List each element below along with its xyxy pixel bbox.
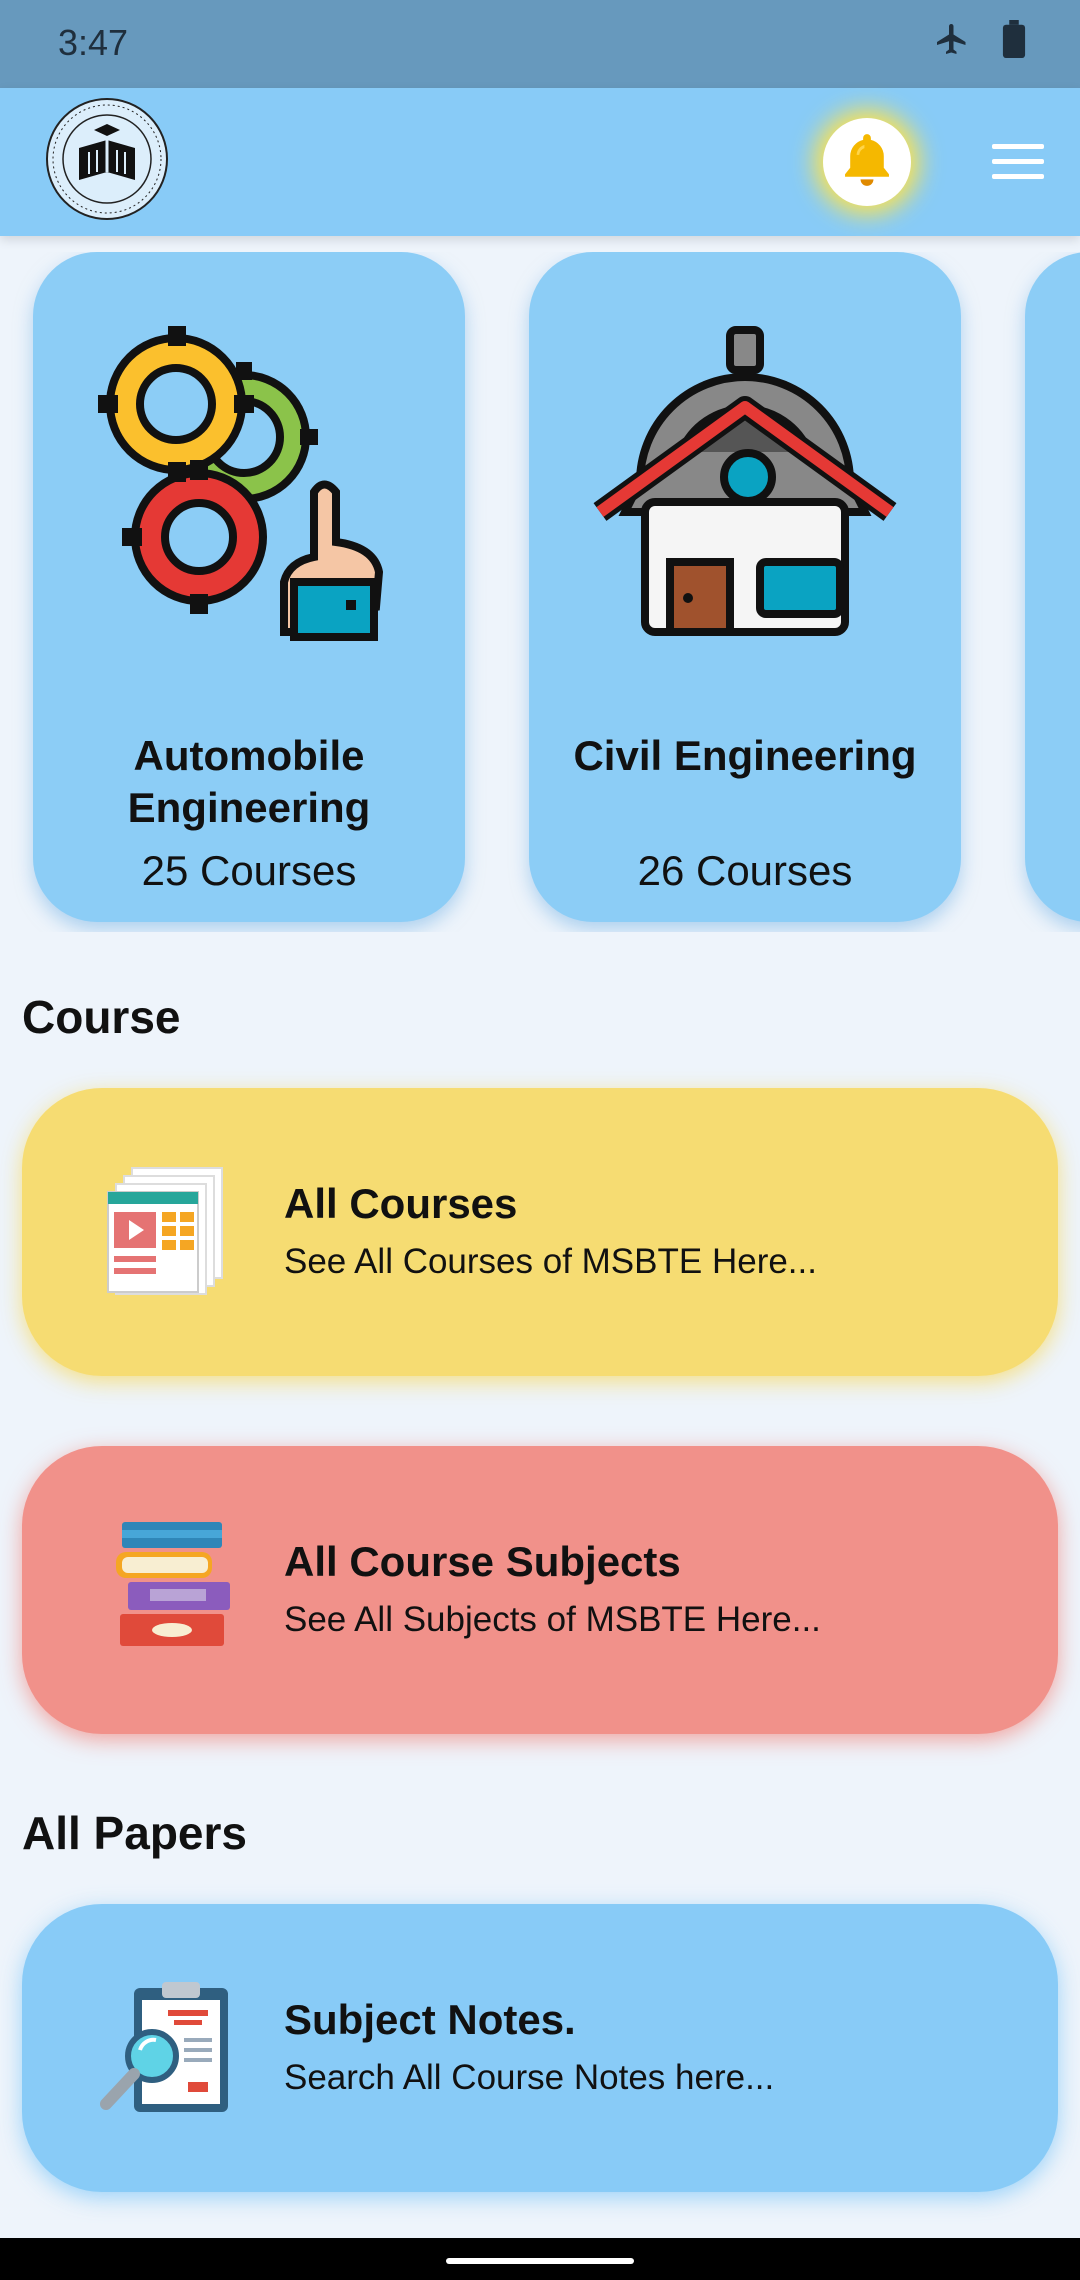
category-title: Automobile Engineering bbox=[127, 732, 371, 831]
house-gear-icon bbox=[580, 312, 910, 642]
notification-button[interactable] bbox=[823, 118, 911, 206]
card-title: Subject Notes. bbox=[284, 1996, 576, 2043]
system-nav-bar bbox=[0, 2238, 1080, 2280]
app-bar bbox=[0, 88, 1080, 236]
menu-line bbox=[992, 144, 1044, 149]
all-courses-card[interactable]: All Courses See All Courses of MSBTE Her… bbox=[22, 1088, 1058, 1376]
gears-icon bbox=[84, 312, 414, 642]
category-card-civil[interactable]: Civil Engineering 26 Courses bbox=[529, 252, 961, 922]
msbte-logo[interactable] bbox=[44, 96, 170, 222]
hamburger-menu-icon[interactable] bbox=[992, 144, 1044, 180]
all-course-subjects-card[interactable]: All Course Subjects See All Subjects of … bbox=[22, 1446, 1058, 1734]
card-title: All Course Subjects bbox=[284, 1538, 681, 1585]
category-card-automobile[interactable]: Automobile Engineering 25 Courses bbox=[33, 252, 465, 922]
status-time: 3:47 bbox=[58, 22, 129, 63]
category-count: 26 Courses bbox=[637, 847, 853, 894]
menu-line bbox=[992, 174, 1044, 179]
clipboard-search-icon bbox=[98, 1978, 238, 2118]
card-title: All Courses bbox=[284, 1180, 518, 1227]
category-title: Civil Engineering bbox=[573, 732, 917, 779]
section-heading-papers: All Papers bbox=[22, 1807, 247, 1859]
status-icons bbox=[934, 20, 1028, 63]
airplane-icon bbox=[934, 21, 970, 62]
card-subtitle: See All Courses of MSBTE Here... bbox=[284, 1242, 817, 1281]
card-subtitle: Search All Course Notes here... bbox=[284, 2058, 775, 2097]
course-media-icon bbox=[98, 1162, 238, 1302]
section-heading-course: Course bbox=[22, 991, 181, 1043]
bell-icon bbox=[836, 129, 898, 196]
category-card-partial[interactable] bbox=[1025, 252, 1080, 922]
subject-notes-card[interactable]: Subject Notes. Search All Course Notes h… bbox=[22, 1904, 1058, 2192]
battery-icon bbox=[1000, 20, 1028, 63]
book-stack-icon bbox=[98, 1520, 238, 1660]
status-bar: 3:47 bbox=[0, 0, 1080, 88]
menu-line bbox=[992, 159, 1044, 164]
card-subtitle: See All Subjects of MSBTE Here... bbox=[284, 1600, 821, 1639]
category-count: 25 Courses bbox=[141, 847, 357, 894]
category-carousel[interactable]: Automobile Engineering 25 Courses Civil … bbox=[0, 252, 1080, 932]
home-gesture-handle[interactable] bbox=[446, 2258, 634, 2264]
